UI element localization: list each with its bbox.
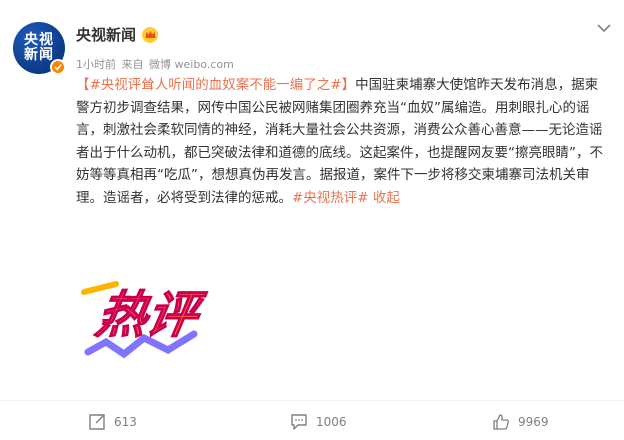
post-content: 【#央视评耸人听闻的血奴案不能一编了之#】中国驻柬埔寨大使馆昨天发布消息，据柬警… [76,74,610,209]
post-time[interactable]: 1小时前 [76,58,116,71]
source-prefix: 来自 [121,58,144,71]
post-image[interactable]: 热评 [76,264,216,374]
topic-tag-title[interactable]: 【#央视评耸人听闻的血奴案不能一编了之#】 [76,77,355,93]
like-count: 9969 [518,415,549,429]
avatar-text-line2: 新闻 [24,47,54,63]
avatar-text-line1: 央视 [24,32,54,48]
vip-crown-icon[interactable] [142,26,159,43]
post-text: 中国驻柬埔寨大使馆昨天发布消息，据柬警方初步调查结果，网传中国公民被网赌集团圈养… [76,77,603,206]
post-meta: 1小时前 来自 微博 weibo.com [76,56,236,72]
comment-button[interactable]: 1006 [290,413,347,431]
source-name: 微博 weibo.com [149,58,234,71]
collapse-link[interactable]: 收起 [373,190,400,206]
image-title-text: 热评 [92,285,210,344]
verified-badge-icon [50,59,66,75]
repost-count: 613 [114,415,137,429]
weibo-post-card: 央视 新闻 央视新闻 1小时前 来自 微博 weibo.com 【#央视评耸人听… [0,0,624,440]
topic-tag-end[interactable]: #央视热评# [292,190,369,206]
author-row: 央视新闻 [76,24,159,45]
comment-count: 1006 [316,415,347,429]
like-icon [493,414,509,430]
comment-icon [291,414,307,430]
author-name[interactable]: 央视新闻 [76,24,136,45]
repost-icon [89,414,105,430]
more-options-chevron-down-icon[interactable] [594,18,614,38]
avatar[interactable]: 央视 新闻 [13,22,66,75]
like-button[interactable]: 9969 [492,413,549,431]
repost-button[interactable]: 613 [88,413,137,431]
action-divider [0,400,624,401]
